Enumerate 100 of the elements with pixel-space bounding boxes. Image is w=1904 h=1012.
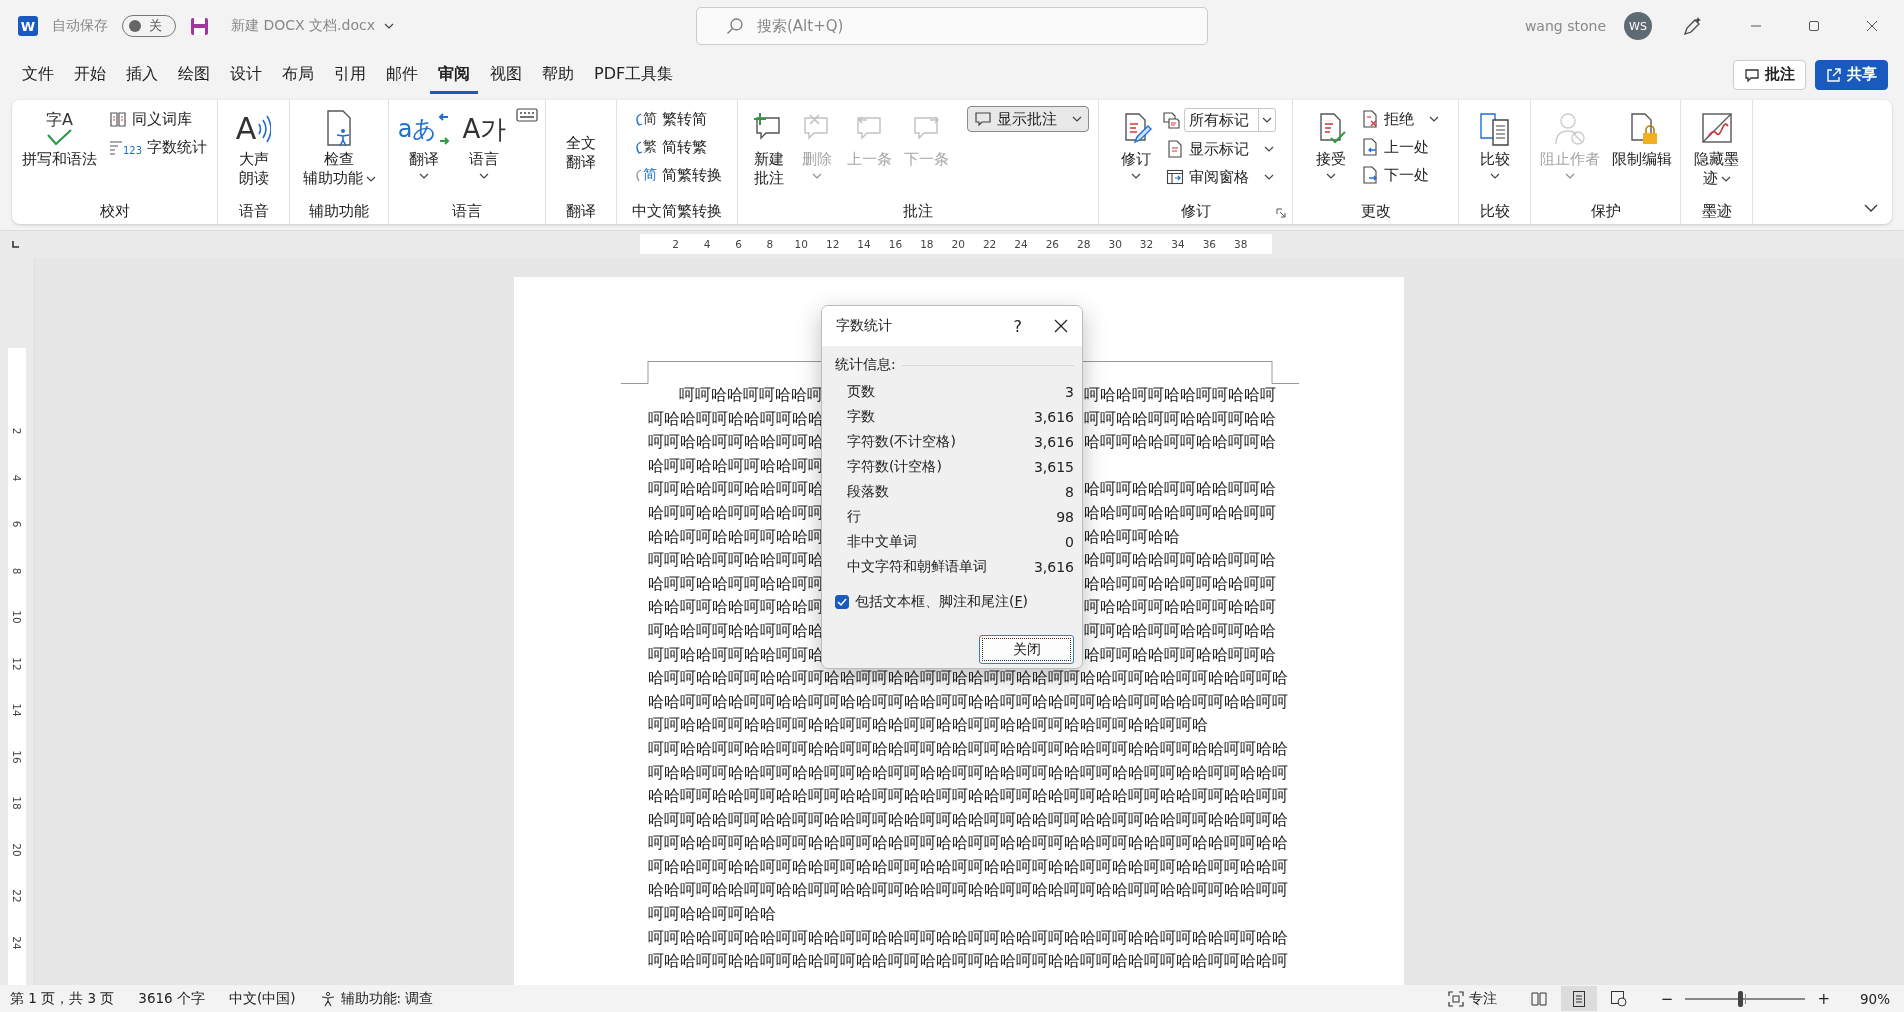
ribbon-tab[interactable]: 视图 <box>482 55 530 94</box>
keyboard-icon <box>516 107 539 122</box>
ribbon-button[interactable]: 全文 翻译 <box>559 106 603 174</box>
focus-button[interactable]: 专注 <box>1447 989 1497 1008</box>
body-text-line: 呵呵哈哈呵呵哈哈呵呵哈哈 <box>1084 620 1276 642</box>
ribbon-button[interactable]: 拒绝 <box>1356 106 1443 132</box>
ribbon-tab[interactable]: 布局 <box>274 55 322 94</box>
ribbon-button[interactable]: 上一处 <box>1356 134 1443 160</box>
zoom-level[interactable]: 90% <box>1860 990 1890 1007</box>
zoom-out-button[interactable]: − <box>1660 989 1674 1008</box>
ribbon-button[interactable]: 限制编辑 <box>1607 106 1676 171</box>
stat-label: 字符数(计空格) <box>847 458 942 477</box>
chevron-down-icon[interactable] <box>1864 204 1878 212</box>
comments-button[interactable]: 批注 <box>1733 59 1806 90</box>
ruler-number: 20 <box>11 843 23 857</box>
ribbon-tab[interactable]: 帮助 <box>534 55 582 94</box>
body-text-line: 呵呵哈哈呵呵哈哈呵呵哈 <box>648 433 824 452</box>
checkbox[interactable] <box>835 595 849 610</box>
document-icon <box>1165 140 1184 158</box>
body-text-line: 呵哈哈呵呵哈哈呵呵哈哈呵 <box>1084 597 1276 619</box>
ribbon-button[interactable]: 123 字数统计 <box>104 134 212 160</box>
checkbox-label[interactable]: 包括文本框、脚注和尾注(F) <box>855 593 1028 612</box>
ribbon-button[interactable]: 比较 <box>1472 106 1517 185</box>
ruler-number: 4 <box>11 474 23 482</box>
ribbon-button[interactable]: 新建 批注 <box>747 106 791 190</box>
ribbon-tab[interactable]: 设计 <box>222 55 270 94</box>
stat-label: 字符数(不计空格) <box>847 433 956 452</box>
page-icon <box>1571 990 1586 1007</box>
ribbon-button[interactable]: A 大声 朗读 <box>231 106 276 190</box>
ribbon-tab[interactable]: PDF工具集 <box>586 55 682 94</box>
page-count[interactable]: 第 1 页，共 3 页 <box>10 989 115 1008</box>
tab-selector-icon[interactable] <box>10 240 20 250</box>
stat-value: 3,615 <box>1033 459 1074 476</box>
save-icon[interactable] <box>190 16 209 36</box>
body-text-line: 哈哈呵呵哈哈呵呵哈哈呵呵哈哈呵呵哈哈呵呵哈哈呵呵哈哈呵呵哈哈呵呵哈哈呵呵哈哈呵呵 <box>648 881 1288 900</box>
ribbon-tab[interactable]: 文件 <box>14 55 62 94</box>
close-button[interactable]: 关闭 <box>979 635 1074 665</box>
ribbon-button[interactable]: 隐藏墨 迹 <box>1690 106 1743 190</box>
language-status[interactable]: 中文(中国) <box>229 989 296 1008</box>
body-text-line: 哈呵呵哈哈呵呵哈哈呵呵哈 <box>1084 550 1276 572</box>
ruler-number: 34 <box>1170 238 1186 250</box>
help-button[interactable]: ? <box>1013 316 1022 336</box>
ribbon-button[interactable]: 字A 拼写和语法 <box>17 106 101 171</box>
ribbon-button[interactable]: 修订 <box>1113 106 1158 185</box>
vertical-ruler[interactable]: 2 4 6 8 10 12 14 16 18 20 22 24 <box>8 348 26 985</box>
caret-icon <box>812 173 822 179</box>
ribbon-button[interactable]: 检查 辅助功能 <box>298 106 380 190</box>
word-count[interactable]: 3616 个字 <box>138 989 205 1008</box>
ruler-number: 22 <box>981 238 998 250</box>
icon-letters: 繁 <box>642 138 657 156</box>
maximize-icon[interactable] <box>1808 20 1820 32</box>
ribbon-button[interactable]: 下一处 <box>1356 162 1443 188</box>
ribbon-button[interactable]: 同义词库 <box>104 106 212 132</box>
stat-label: 段落数 <box>847 483 889 501</box>
user-avatar[interactable]: WS <box>1624 12 1652 40</box>
user-name: wang stone <box>1524 18 1606 34</box>
toggle-button[interactable]: 显示批注 <box>967 106 1089 132</box>
caret-icon <box>1325 173 1336 179</box>
accessibility-status[interactable]: 辅助功能: 调查 <box>319 989 434 1008</box>
body-text-line: 呵呵哈哈呵呵哈哈呵 <box>679 386 823 404</box>
icon-letters: A가 <box>462 116 507 142</box>
ribbon-button[interactable]: 简 繁转简 <box>628 106 726 132</box>
icon-letters: 字A <box>45 111 73 128</box>
close-icon[interactable] <box>1866 20 1878 32</box>
ribbon-button[interactable]: 接受 <box>1308 106 1353 185</box>
review-pane-icon <box>1165 168 1184 186</box>
ruler-number: 24 <box>11 936 23 950</box>
ribbon-tab[interactable]: 引用 <box>326 55 374 94</box>
body-text-line: 哈呵呵哈哈呵呵哈哈呵呵 <box>648 456 824 475</box>
close-icon[interactable] <box>1054 319 1068 333</box>
ribbon-tab[interactable]: 审阅 <box>430 55 478 94</box>
ribbon-button[interactable]: 审阅窗格 <box>1161 164 1278 190</box>
caret-icon <box>419 173 430 179</box>
dialog-launcher-icon[interactable] <box>1276 208 1286 218</box>
ribbon-tab[interactable]: 开始 <box>66 55 114 94</box>
zoom-slider[interactable] <box>1685 990 1806 1007</box>
search-field[interactable]: 搜索(Alt+Q) <box>696 7 1208 45</box>
ribbon-button[interactable]: A가 语言 <box>458 106 511 185</box>
app-logo: W <box>18 16 38 36</box>
body-text-line: 呵哈哈呵呵哈哈呵呵哈哈呵呵哈哈呵呵哈哈呵呵哈哈呵呵哈哈呵呵哈哈呵呵哈哈呵呵哈哈呵 <box>648 952 1288 971</box>
zoom-in-button[interactable]: + <box>1817 989 1830 1008</box>
horizontal-ruler[interactable]: 2 4 6 8 10 12 14 16 18 20 22 24 26 28 30 32 34 36 38 <box>640 234 1272 254</box>
view-button[interactable] <box>1560 986 1597 1011</box>
slider-thumb[interactable] <box>1738 990 1743 1007</box>
ribbon-tab[interactable]: 绘图 <box>170 55 218 94</box>
book-icon <box>108 110 127 128</box>
ruler-number: 14 <box>856 238 872 250</box>
ruler-number: 6 <box>11 520 23 528</box>
ribbon-button[interactable]: 繁 简转繁 <box>628 134 726 160</box>
ruler-number: 8 <box>765 238 775 250</box>
ribbon-button[interactable]: aあ 翻译 <box>393 106 455 185</box>
ribbon-tab[interactable]: 插入 <box>118 55 166 94</box>
ribbon-button[interactable]: 简 简繁转换 <box>628 162 726 188</box>
ribbon-button[interactable]: 显示标记 <box>1161 136 1278 162</box>
ruler-number: 24 <box>1013 238 1029 250</box>
share-button[interactable]: 共享 <box>1815 59 1888 90</box>
dropdown-field[interactable]: 所有标记 <box>1183 108 1276 132</box>
body-text-line: 呵呵哈哈呵呵哈哈呵呵哈 <box>648 645 824 664</box>
ribbon-tab[interactable]: 邮件 <box>378 55 426 94</box>
person-blocked-icon <box>1552 111 1587 147</box>
